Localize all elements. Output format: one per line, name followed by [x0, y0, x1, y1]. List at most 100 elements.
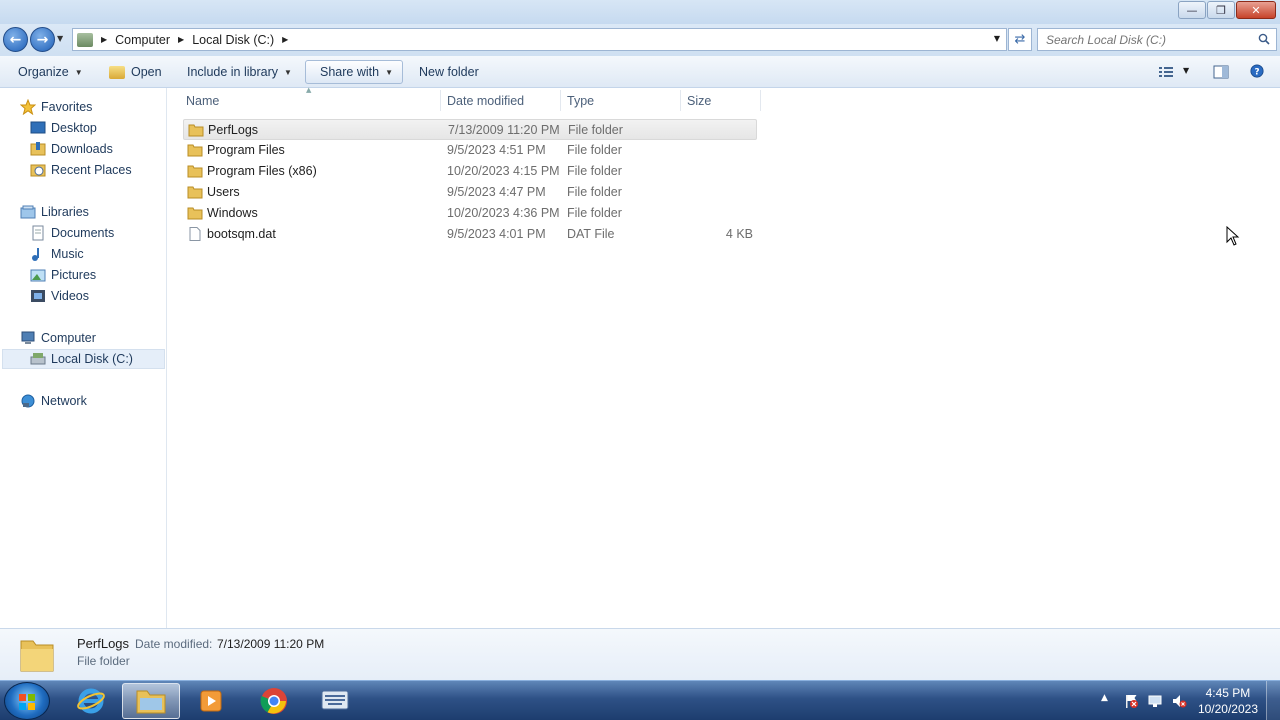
mouse-cursor-icon: [1226, 226, 1240, 246]
column-header-type[interactable]: Type: [567, 94, 594, 108]
chevron-down-icon: ▼: [385, 67, 393, 77]
column-divider[interactable]: [760, 90, 761, 111]
file-row-program-files-x86[interactable]: Program Files (x86) 10/20/2023 4:15 PM F…: [183, 161, 757, 182]
file-type: File folder: [567, 164, 622, 178]
preview-pane-icon[interactable]: [1213, 65, 1229, 79]
videos-icon: [30, 288, 46, 304]
refresh-button[interactable]: ⇄: [1008, 28, 1032, 51]
taskbar-media-player[interactable]: [182, 683, 240, 719]
taskbar-internet-explorer[interactable]: [62, 683, 120, 719]
taskbar-on-screen-keyboard[interactable]: [306, 683, 364, 719]
nav-item-music[interactable]: Music: [30, 244, 84, 264]
column-divider[interactable]: [680, 90, 681, 111]
chrome-icon: [260, 688, 287, 714]
nav-item-videos[interactable]: Videos: [30, 286, 89, 306]
nav-item-label: Documents: [51, 226, 115, 240]
folder-icon: [187, 144, 203, 157]
search-icon[interactable]: [1258, 33, 1270, 45]
breadcrumb-separator-icon[interactable]: ▶: [101, 35, 107, 44]
network-status-icon[interactable]: [1147, 693, 1163, 709]
pictures-icon: [30, 267, 46, 283]
svg-text:?: ?: [1254, 68, 1259, 78]
close-button[interactable]: ✕: [1236, 1, 1276, 19]
back-arrow-icon: ←: [9, 31, 22, 48]
nav-item-label: Recent Places: [51, 163, 132, 177]
windows-explorer-icon: [136, 690, 166, 714]
file-date: 9/5/2023 4:47 PM: [447, 185, 546, 199]
nav-computer[interactable]: Computer: [20, 328, 96, 348]
address-bar[interactable]: ▶ Computer ▶ Local Disk (C:) ▶ ▼: [72, 28, 1007, 51]
file-size: 4 KB: [725, 227, 753, 241]
change-view-icon[interactable]: [1158, 65, 1174, 79]
volume-muted-icon[interactable]: [1171, 693, 1187, 709]
breadcrumb-computer[interactable]: Computer: [115, 33, 170, 47]
folder-icon: [187, 165, 203, 178]
column-header-date[interactable]: Date modified: [447, 94, 524, 108]
nav-item-label: Videos: [51, 289, 89, 303]
windows-logo-icon: [19, 694, 35, 710]
nav-favorites[interactable]: Favorites: [19, 97, 92, 117]
drive-icon: [30, 351, 46, 367]
nav-item-recent-places[interactable]: Recent Places: [30, 160, 132, 180]
nav-item-documents[interactable]: Documents: [30, 223, 114, 243]
file-row-users[interactable]: Users 9/5/2023 4:47 PM File folder: [183, 182, 757, 203]
breadcrumb-separator-icon[interactable]: ▶: [282, 35, 288, 44]
maximize-button[interactable]: ❐: [1207, 1, 1235, 19]
large-folder-icon: [20, 640, 54, 672]
share-with-button[interactable]: Share with ▼: [305, 60, 403, 84]
system-clock[interactable]: 4:45 PM 10/20/2023: [1198, 685, 1258, 717]
chevron-down-icon: ▼: [284, 67, 292, 77]
nav-item-local-disk[interactable]: Local Disk (C:): [2, 349, 165, 369]
show-desktop-button[interactable]: [1266, 681, 1280, 720]
search-input[interactable]: [1038, 29, 1248, 50]
network-icon: [20, 393, 36, 409]
file-date: 9/5/2023 4:51 PM: [447, 143, 546, 157]
file-date: 10/20/2023 4:15 PM: [447, 164, 560, 178]
folder-open-icon: [109, 65, 125, 79]
refresh-icon: ⇄: [1014, 32, 1026, 47]
recent-pages-dropdown[interactable]: ▼: [57, 34, 63, 43]
breadcrumb-separator-icon[interactable]: ▶: [178, 35, 184, 44]
column-header-name[interactable]: Name: [186, 94, 219, 108]
include-in-library-button[interactable]: Include in library ▼: [181, 60, 298, 84]
details-type: File folder: [77, 654, 130, 668]
file-row-program-files[interactable]: Program Files 9/5/2023 4:51 PM File fold…: [183, 140, 757, 161]
organize-button[interactable]: Organize ▼: [12, 60, 89, 84]
show-hidden-icons-icon[interactable]: ▲: [1101, 693, 1117, 709]
nav-libraries[interactable]: Libraries: [20, 202, 89, 222]
file-name: bootsqm.dat: [207, 227, 276, 241]
sort-ascending-icon: ▲: [306, 86, 312, 94]
nav-computer-label: Computer: [41, 331, 96, 345]
column-divider[interactable]: [560, 90, 561, 111]
new-folder-button[interactable]: New folder: [413, 60, 485, 84]
file-row-perflogs[interactable]: PerfLogs 7/13/2009 11:20 PM File folder: [183, 119, 757, 140]
forward-button[interactable]: →: [30, 27, 55, 52]
breadcrumb-local-disk[interactable]: Local Disk (C:): [192, 33, 274, 47]
taskbar-chrome[interactable]: [245, 683, 303, 719]
address-dropdown-icon[interactable]: ▼: [994, 34, 1000, 43]
nav-item-label: Downloads: [51, 142, 113, 156]
taskbar-windows-explorer[interactable]: [122, 683, 180, 719]
start-button[interactable]: [4, 682, 50, 720]
minimize-button[interactable]: —: [1178, 1, 1206, 19]
star-icon: [19, 98, 37, 116]
file-row-bootsqm[interactable]: bootsqm.dat 9/5/2023 4:01 PM DAT File 4 …: [183, 224, 757, 245]
view-options-chevron-icon[interactable]: ▼: [1183, 66, 1189, 75]
action-center-flag-icon[interactable]: [1123, 693, 1139, 709]
file-row-windows[interactable]: Windows 10/20/2023 4:36 PM File folder: [183, 203, 757, 224]
file-type: File folder: [567, 143, 622, 157]
column-divider[interactable]: [440, 90, 441, 111]
help-icon[interactable]: ?: [1249, 64, 1265, 78]
back-button[interactable]: ←: [3, 27, 28, 52]
computer-location-icon: [77, 32, 93, 47]
nav-item-pictures[interactable]: Pictures: [30, 265, 96, 285]
search-box[interactable]: [1037, 28, 1277, 51]
minimize-icon: —: [1186, 3, 1198, 17]
new-folder-label: New folder: [419, 65, 479, 79]
internet-explorer-icon: [77, 688, 105, 714]
open-button[interactable]: Open: [103, 60, 168, 84]
nav-item-desktop[interactable]: Desktop: [30, 118, 97, 138]
nav-network[interactable]: Network: [20, 391, 87, 411]
nav-item-downloads[interactable]: Downloads: [30, 139, 113, 159]
column-header-size[interactable]: Size: [687, 94, 711, 108]
